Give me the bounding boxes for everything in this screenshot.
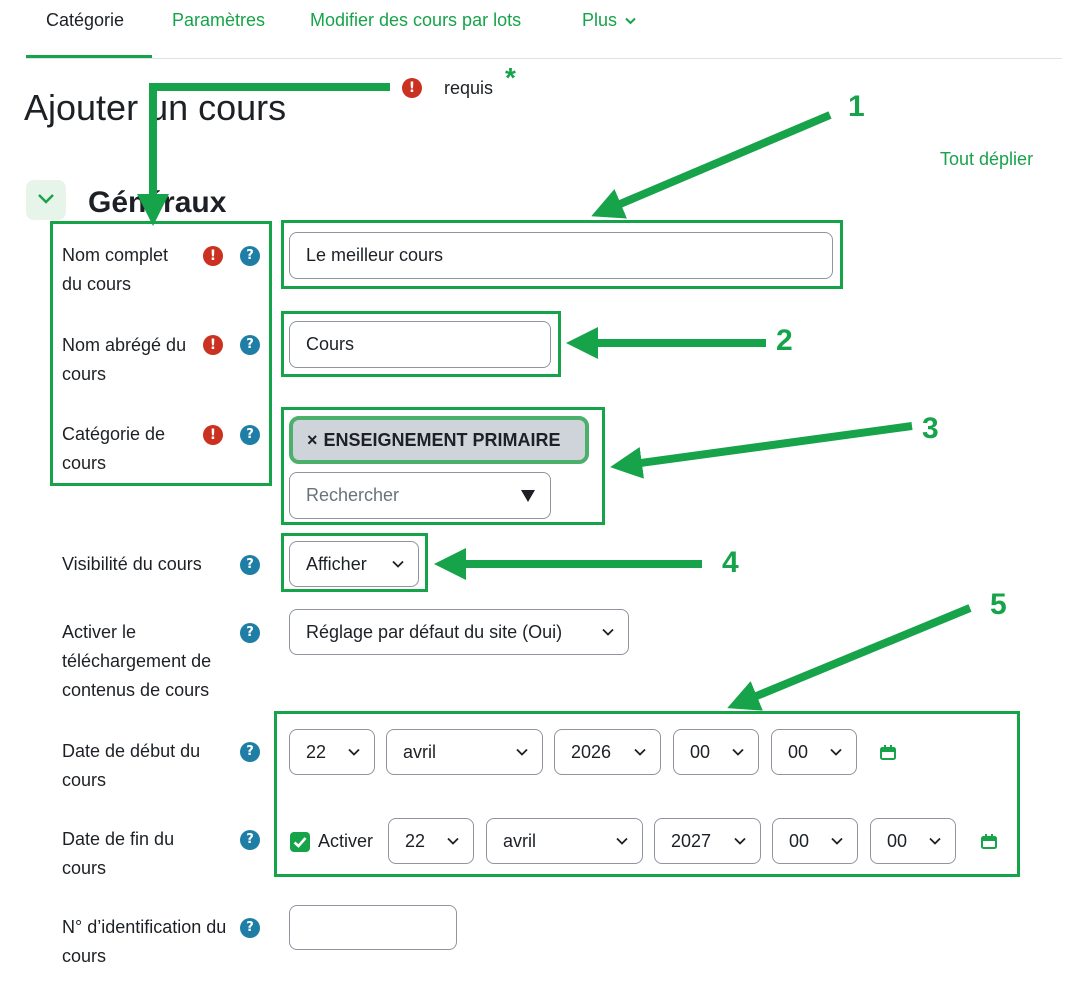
collapse-section-button[interactable]	[26, 180, 66, 220]
section-title: Généraux	[88, 186, 227, 219]
required-icon: !	[402, 78, 422, 98]
download-label: Activer le téléchargement de contenus de…	[62, 622, 212, 700]
download-value: Réglage par défaut du site (Oui)	[306, 621, 563, 642]
chevron-down-icon	[625, 18, 636, 25]
download-select[interactable]: Réglage par défaut du site (Oui)	[289, 609, 629, 655]
tab-categorie[interactable]: Catégorie	[46, 8, 124, 32]
nav-divider	[26, 58, 1062, 59]
annotation-box-labels	[50, 221, 272, 486]
startdate-label: Date de début du cours	[62, 741, 201, 790]
annotation-number-1: 1	[848, 90, 865, 123]
tab-parametres[interactable]: Paramètres	[172, 8, 265, 32]
help-icon[interactable]: ?	[240, 830, 260, 850]
annotation-box-dates	[274, 711, 1020, 877]
chevron-down-icon	[602, 628, 614, 636]
annotation-box-fullname	[281, 220, 843, 289]
idnumber-input[interactable]	[289, 905, 457, 950]
required-star: *	[505, 62, 516, 93]
help-icon[interactable]: ?	[240, 742, 260, 762]
annotation-number-3: 3	[922, 412, 939, 445]
annotation-number-4: 4	[722, 546, 739, 579]
help-icon[interactable]: ?	[240, 918, 260, 938]
expand-all-link[interactable]: Tout déplier	[940, 148, 1033, 170]
annotation-arrow-5	[727, 604, 972, 711]
visibility-label: Visibilité du cours	[62, 554, 202, 574]
tab-plus-label: Plus	[582, 10, 618, 30]
annotation-number-5: 5	[990, 588, 1007, 621]
tab-plus[interactable]: Plus	[582, 8, 636, 32]
enddate-label: Date de fin du cours	[62, 829, 175, 878]
idnumber-label: N° d’identification du cours	[62, 917, 227, 966]
annotation-box-shortname	[281, 311, 561, 377]
annotation-number-2: 2	[776, 324, 793, 357]
annotation-arrow-3	[610, 422, 913, 479]
annotation-box-visibility	[281, 533, 428, 592]
help-icon[interactable]: ?	[240, 555, 260, 575]
tab-modifier-cours-par-lots[interactable]: Modifier des cours par lots	[310, 8, 521, 32]
page-title: Ajouter un cours	[24, 87, 287, 128]
chevron-down-icon	[38, 194, 54, 204]
annotation-box-category	[281, 407, 605, 525]
annotation-arrow-1	[591, 111, 832, 219]
help-icon[interactable]: ?	[240, 623, 260, 643]
required-legend: requis	[444, 78, 494, 98]
